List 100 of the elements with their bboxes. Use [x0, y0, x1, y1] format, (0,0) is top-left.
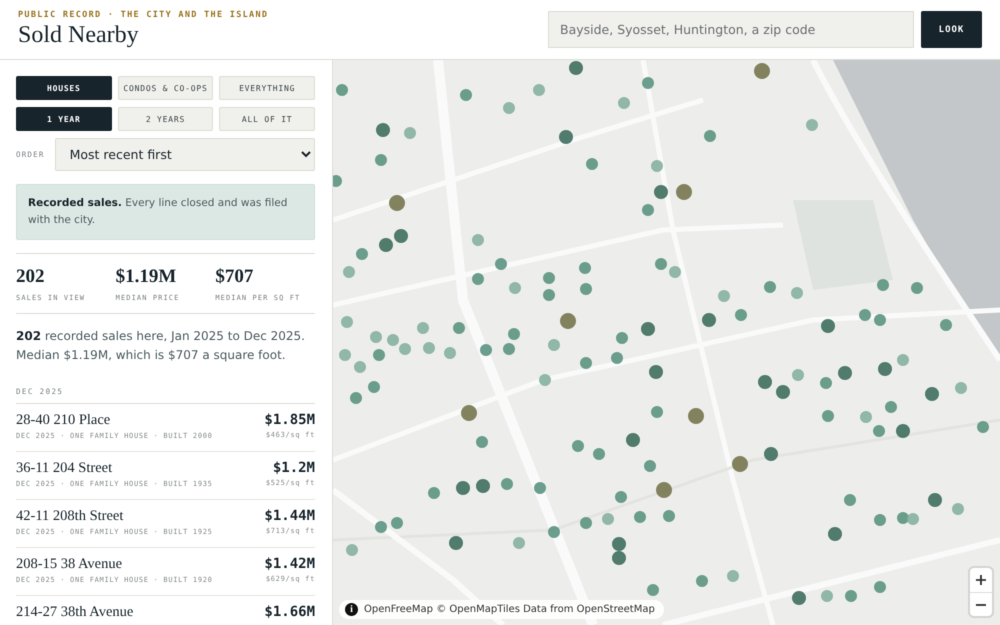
- map-marker[interactable]: [572, 440, 584, 452]
- map-marker[interactable]: [928, 493, 942, 507]
- map-marker[interactable]: [602, 513, 614, 525]
- map-marker[interactable]: [611, 352, 623, 364]
- map-marker[interactable]: [399, 343, 411, 355]
- map-marker[interactable]: [821, 590, 833, 602]
- map-marker[interactable]: [354, 361, 366, 373]
- map-marker[interactable]: [873, 425, 885, 437]
- map-marker[interactable]: [548, 526, 560, 538]
- period-tab[interactable]: ALL OF IT: [219, 107, 315, 131]
- period-tab[interactable]: 1 YEAR: [16, 107, 112, 131]
- map-marker[interactable]: [663, 510, 675, 522]
- map-marker[interactable]: [391, 517, 403, 529]
- map-marker[interactable]: [368, 381, 380, 393]
- search-field[interactable]: Bayside, Syosset, Huntington, a zip code: [548, 11, 914, 48]
- map-marker[interactable]: [696, 575, 708, 587]
- map-marker[interactable]: [476, 479, 490, 493]
- map-marker[interactable]: [476, 436, 488, 448]
- map-marker[interactable]: [859, 309, 871, 321]
- map-marker[interactable]: [533, 84, 545, 96]
- property-type-tab[interactable]: CONDOS & CO-OPS: [118, 76, 214, 100]
- map-marker[interactable]: [821, 319, 835, 333]
- map-marker[interactable]: [472, 234, 484, 246]
- sale-address[interactable]: 36-11 204 Street: [16, 460, 112, 477]
- map-marker[interactable]: [534, 482, 546, 494]
- zoom-out-button[interactable]: −: [970, 592, 992, 616]
- map-marker[interactable]: [838, 366, 852, 380]
- map-marker[interactable]: [792, 591, 806, 605]
- map-marker[interactable]: [394, 229, 408, 243]
- map-marker[interactable]: [341, 316, 353, 328]
- map-marker[interactable]: [874, 514, 886, 526]
- map-marker[interactable]: [897, 354, 909, 366]
- map-marker[interactable]: [907, 513, 919, 525]
- map-marker[interactable]: [346, 544, 358, 556]
- map-marker[interactable]: [375, 154, 387, 166]
- map-marker[interactable]: [754, 63, 770, 79]
- map-marker[interactable]: [718, 290, 730, 302]
- map-marker[interactable]: [508, 328, 520, 340]
- map-marker[interactable]: [472, 273, 484, 285]
- map-marker[interactable]: [509, 282, 521, 294]
- map-marker[interactable]: [649, 365, 663, 379]
- map-marker[interactable]: [615, 491, 627, 503]
- map-marker[interactable]: [389, 195, 405, 211]
- map-marker[interactable]: [461, 405, 477, 421]
- map-marker[interactable]: [373, 349, 385, 361]
- map-marker[interactable]: [704, 130, 716, 142]
- map-marker[interactable]: [543, 272, 555, 284]
- map-marker[interactable]: [732, 456, 748, 472]
- map-marker[interactable]: [543, 289, 555, 301]
- map-marker[interactable]: [417, 322, 429, 334]
- map-marker[interactable]: [878, 362, 892, 376]
- map-marker[interactable]: [702, 313, 716, 327]
- map-marker[interactable]: [641, 322, 655, 336]
- map-marker[interactable]: [339, 349, 351, 361]
- map-marker[interactable]: [727, 570, 739, 582]
- map-marker[interactable]: [791, 287, 803, 299]
- map-marker[interactable]: [559, 130, 573, 144]
- map-marker[interactable]: [955, 382, 967, 394]
- map-marker[interactable]: [764, 281, 776, 293]
- map-marker[interactable]: [580, 357, 592, 369]
- map-marker[interactable]: [822, 410, 834, 422]
- map-marker[interactable]: [580, 517, 592, 529]
- map-marker[interactable]: [343, 266, 355, 278]
- map-marker[interactable]: [735, 309, 747, 321]
- map-marker[interactable]: [612, 537, 626, 551]
- map-marker[interactable]: [654, 185, 668, 199]
- info-button[interactable]: i: [345, 603, 358, 616]
- map-marker[interactable]: [860, 411, 872, 423]
- map-marker[interactable]: [669, 266, 681, 278]
- map-marker[interactable]: [925, 387, 939, 401]
- map-marker[interactable]: [626, 433, 640, 447]
- map-marker[interactable]: [977, 421, 989, 433]
- map-marker[interactable]: [820, 377, 832, 389]
- map-marker[interactable]: [350, 392, 362, 404]
- map-marker[interactable]: [495, 258, 507, 270]
- property-type-tab[interactable]: HOUSES: [16, 76, 112, 100]
- map-marker[interactable]: [376, 123, 390, 137]
- map-marker[interactable]: [758, 375, 772, 389]
- map-marker[interactable]: [651, 160, 663, 172]
- map-marker[interactable]: [634, 511, 646, 523]
- map-marker[interactable]: [877, 279, 889, 291]
- map-marker[interactable]: [612, 551, 626, 565]
- map-marker[interactable]: [593, 448, 605, 460]
- map-marker[interactable]: [874, 581, 886, 593]
- map-marker[interactable]: [952, 503, 964, 515]
- map-marker[interactable]: [449, 536, 463, 550]
- look-button[interactable]: LOOK: [921, 11, 982, 48]
- map-marker[interactable]: [513, 537, 525, 549]
- map-marker[interactable]: [874, 314, 886, 326]
- map-marker[interactable]: [642, 204, 654, 216]
- map-marker[interactable]: [444, 347, 456, 359]
- map-marker[interactable]: [503, 102, 515, 114]
- map-marker[interactable]: [616, 332, 628, 344]
- map-marker[interactable]: [844, 494, 856, 506]
- sale-address[interactable]: 214-27 38th Avenue: [16, 604, 134, 621]
- map-marker[interactable]: [456, 481, 470, 495]
- map-marker[interactable]: [792, 369, 804, 381]
- map-marker[interactable]: [676, 184, 692, 200]
- map-marker[interactable]: [885, 401, 897, 413]
- map-marker[interactable]: [548, 339, 560, 351]
